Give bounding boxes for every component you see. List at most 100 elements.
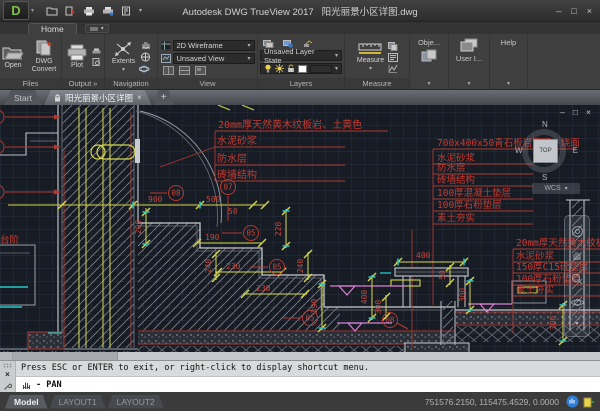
- svg-text:50: 50: [438, 270, 447, 280]
- tab-drawing-active[interactable]: 阳光丽景小区详图 ×: [44, 90, 152, 105]
- navbar-pan-icon[interactable]: [571, 250, 583, 261]
- viewcube-east[interactable]: E: [573, 147, 578, 155]
- drawing-canvas[interactable]: 20mm厚天然黄木纹板岩、土黄色 水泥砂浆 防水层 砖墙结构 700x400x5…: [0, 105, 600, 360]
- new-tab-button[interactable]: +: [154, 90, 174, 105]
- viewcube[interactable]: TOP N E S W: [518, 123, 574, 179]
- window-minimize-button[interactable]: –: [556, 6, 561, 16]
- user-interface-caret-icon[interactable]: ▾: [467, 80, 470, 87]
- print-icon[interactable]: [83, 6, 95, 16]
- zoom-extents-button[interactable]: Extents ▾: [111, 41, 136, 74]
- viewcube-top-face[interactable]: TOP: [533, 139, 558, 163]
- measure-button[interactable]: Measure ▾: [356, 42, 385, 73]
- svg-text:500: 500: [206, 195, 221, 204]
- annotation-monitor-icon[interactable]: [583, 396, 595, 408]
- panel-launcher-icon[interactable]: »: [93, 79, 97, 88]
- svg-text:100厚混凝土垫层: 100厚混凝土垫层: [437, 187, 511, 199]
- panel-navigation: Extents ▾ Navigation: [105, 34, 158, 89]
- doc-close-button[interactable]: ×: [586, 108, 591, 117]
- layer-dropdown[interactable]: ▾: [260, 63, 342, 74]
- svg-text:100厚石粉垫层: 100厚石粉垫层: [437, 199, 502, 211]
- viewcube-south[interactable]: S: [542, 174, 547, 182]
- measure-caret-icon[interactable]: ▾: [369, 66, 372, 73]
- page-setup-icon[interactable]: [92, 48, 101, 56]
- pan-hand-icon: [21, 380, 32, 390]
- layer-state-dropdown[interactable]: Unsaved Layer State▾: [260, 50, 342, 61]
- named-view-icon: [161, 54, 171, 63]
- svg-text:05: 05: [272, 263, 281, 272]
- svg-text:240: 240: [204, 259, 213, 274]
- join-viewport-icon[interactable]: [195, 66, 206, 75]
- navbar-orbit-icon[interactable]: [571, 297, 584, 308]
- navbar-wheel-icon[interactable]: [571, 225, 584, 238]
- coordinate-readout: 751576.2150, 115475.4529, 0.0000: [425, 397, 559, 407]
- app-logo[interactable]: D: [3, 1, 29, 20]
- tab-home[interactable]: Home: [28, 23, 77, 35]
- command-drag-grip[interactable]: [3, 363, 12, 368]
- wcs-dropdown[interactable]: WCS▾: [532, 183, 580, 194]
- svg-text:900: 900: [148, 195, 163, 204]
- window-close-button[interactable]: ×: [587, 6, 592, 16]
- navigation-bar[interactable]: ▾: [564, 215, 590, 337]
- command-history: Press ESC or ENTER to exit, or right-cli…: [16, 361, 600, 376]
- tab-layout1[interactable]: LAYOUT1: [50, 395, 106, 409]
- app-menu-caret-icon[interactable]: ▾: [31, 7, 34, 14]
- ribbon: Open DWG Convert Files Plot Output»: [0, 34, 600, 90]
- pan-icon[interactable]: [140, 40, 151, 50]
- panel-layers: Unsaved Layer State▾ ▾ Layers: [258, 34, 345, 89]
- tab-close-icon[interactable]: ×: [137, 93, 142, 102]
- viewcube-north[interactable]: N: [542, 121, 548, 129]
- window-restore-button[interactable]: □: [571, 6, 576, 16]
- viewport-config-icon[interactable]: [163, 66, 174, 75]
- doc-minimize-button[interactable]: –: [560, 108, 565, 117]
- plot-preview-icon[interactable]: [92, 58, 101, 66]
- navbar-zoom-icon[interactable]: [571, 273, 583, 285]
- qat-customize-caret-icon[interactable]: ▾: [139, 7, 142, 14]
- quick-access-toolbar: ▾: [46, 6, 142, 16]
- tab-layout2[interactable]: LAYOUT2: [108, 395, 164, 409]
- steering-wheel-icon[interactable]: [140, 52, 151, 62]
- svg-text:300: 300: [458, 288, 467, 303]
- tab-model[interactable]: Model: [5, 395, 48, 409]
- panel-help[interactable]: Help ▾: [490, 34, 528, 89]
- visual-style-icon: [161, 41, 171, 50]
- convert-icon[interactable]: [65, 6, 76, 16]
- list-icon[interactable]: [388, 53, 398, 62]
- preview-icon[interactable]: [121, 6, 132, 16]
- scrollbar-thumb[interactable]: [13, 352, 118, 360]
- doc-restore-button[interactable]: □: [573, 108, 578, 117]
- horizontal-scrollbar[interactable]: [0, 352, 600, 360]
- extents-caret-icon[interactable]: ▾: [122, 67, 125, 74]
- layer-thaw-sun-icon: [275, 64, 284, 73]
- batch-plot-icon[interactable]: [102, 6, 114, 16]
- panel-objects[interactable]: Obje... ▾: [410, 34, 449, 89]
- title-bar: D ▾ ▾ Autodesk DWG TrueView 2017 阳光丽景小区详…: [0, 0, 600, 22]
- pan-mode-indicator-icon[interactable]: [566, 395, 579, 408]
- plot-printer-icon: [66, 44, 88, 61]
- cad-drawing[interactable]: 20mm厚天然黄木纹板岩、土黄色 水泥砂浆 防水层 砖墙结构 700x400x5…: [0, 105, 600, 352]
- objects-caret-icon[interactable]: ▾: [427, 80, 430, 87]
- command-input[interactable]: - PAN: [16, 376, 600, 392]
- ribbon-options-button[interactable]: ▾: [85, 24, 109, 33]
- help-caret-icon[interactable]: ▾: [507, 80, 510, 87]
- quick-properties-icon[interactable]: [388, 42, 398, 51]
- command-customize-wrench-icon[interactable]: [3, 382, 12, 391]
- panel-user-interface[interactable]: User I... ▾: [449, 34, 490, 89]
- dwg-convert-button[interactable]: DWG Convert: [28, 40, 60, 74]
- panel-files: Open DWG Convert Files: [0, 34, 62, 89]
- quick-calc-icon[interactable]: [388, 64, 398, 73]
- open-button[interactable]: Open: [1, 44, 25, 70]
- view-dropdown[interactable]: Unsaved View▾: [173, 53, 255, 64]
- scroll-left-button[interactable]: [0, 352, 13, 360]
- visual-style-dropdown[interactable]: 2D Wireframe▾: [173, 40, 255, 51]
- orbit-icon[interactable]: [139, 64, 151, 74]
- viewcube-west[interactable]: W: [515, 147, 523, 155]
- navbar-more-caret-icon[interactable]: ▾: [575, 320, 578, 327]
- named-viewport-icon[interactable]: [179, 66, 190, 75]
- command-close-icon[interactable]: ×: [5, 371, 10, 379]
- open-icon[interactable]: [46, 6, 58, 16]
- user-interface-icon: [460, 38, 478, 52]
- tab-start[interactable]: Start: [4, 90, 42, 105]
- panel-label-layers: Layers: [258, 78, 344, 89]
- svg-text:08: 08: [385, 316, 395, 325]
- plot-button[interactable]: Plot: [65, 44, 89, 70]
